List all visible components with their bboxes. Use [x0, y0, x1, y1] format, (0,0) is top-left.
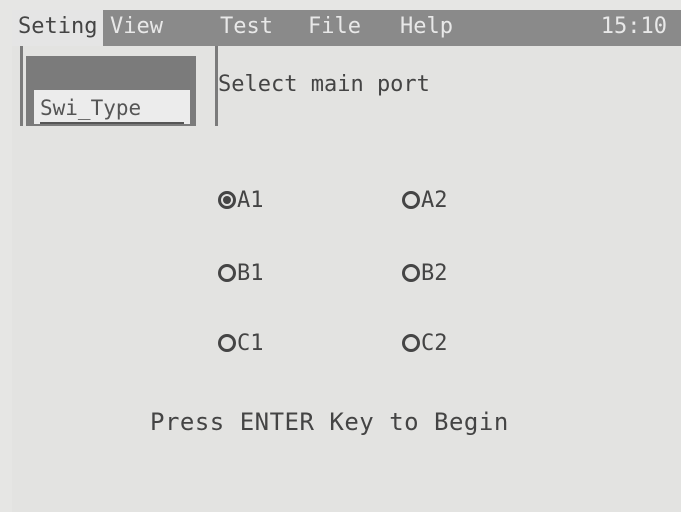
subtab-label: Swi_Type — [34, 90, 190, 124]
radio-port-c2[interactable]: C2 — [402, 328, 448, 358]
lcd-screen: Seting View Test File Help 15:10 Swi_Typ… — [12, 10, 681, 512]
menu-help[interactable]: Help — [394, 10, 459, 46]
menu-file[interactable]: File — [302, 10, 367, 46]
radio-port-a1[interactable]: A1 — [218, 185, 264, 215]
radio-port-c1[interactable]: C1 — [218, 328, 264, 358]
prompt-text: Select main port — [218, 72, 430, 97]
radio-unselected-icon — [218, 264, 236, 282]
menu-bar: Seting View Test File Help 15:10 — [12, 10, 681, 46]
radio-label: C2 — [421, 330, 448, 356]
radio-unselected-icon — [402, 191, 420, 209]
radio-label: A2 — [421, 187, 448, 213]
radio-label: C1 — [237, 330, 264, 356]
menu-seting[interactable]: Seting — [12, 10, 104, 46]
radio-label: B1 — [237, 260, 264, 286]
radio-unselected-icon — [218, 334, 236, 352]
menu-test[interactable]: Test — [214, 10, 279, 46]
radio-label: A1 — [237, 187, 264, 213]
menu-view[interactable]: View — [104, 10, 169, 46]
footer-instruction: Press ENTER Key to Begin — [150, 408, 509, 436]
radio-port-b1[interactable]: B1 — [218, 258, 264, 288]
radio-unselected-icon — [402, 264, 420, 282]
radio-port-a2[interactable]: A2 — [402, 185, 448, 215]
radio-port-b2[interactable]: B2 — [402, 258, 448, 288]
radio-unselected-icon — [402, 334, 420, 352]
clock: 15:10 — [600, 14, 667, 39]
radio-selected-icon — [218, 191, 236, 209]
radio-label: B2 — [421, 260, 448, 286]
